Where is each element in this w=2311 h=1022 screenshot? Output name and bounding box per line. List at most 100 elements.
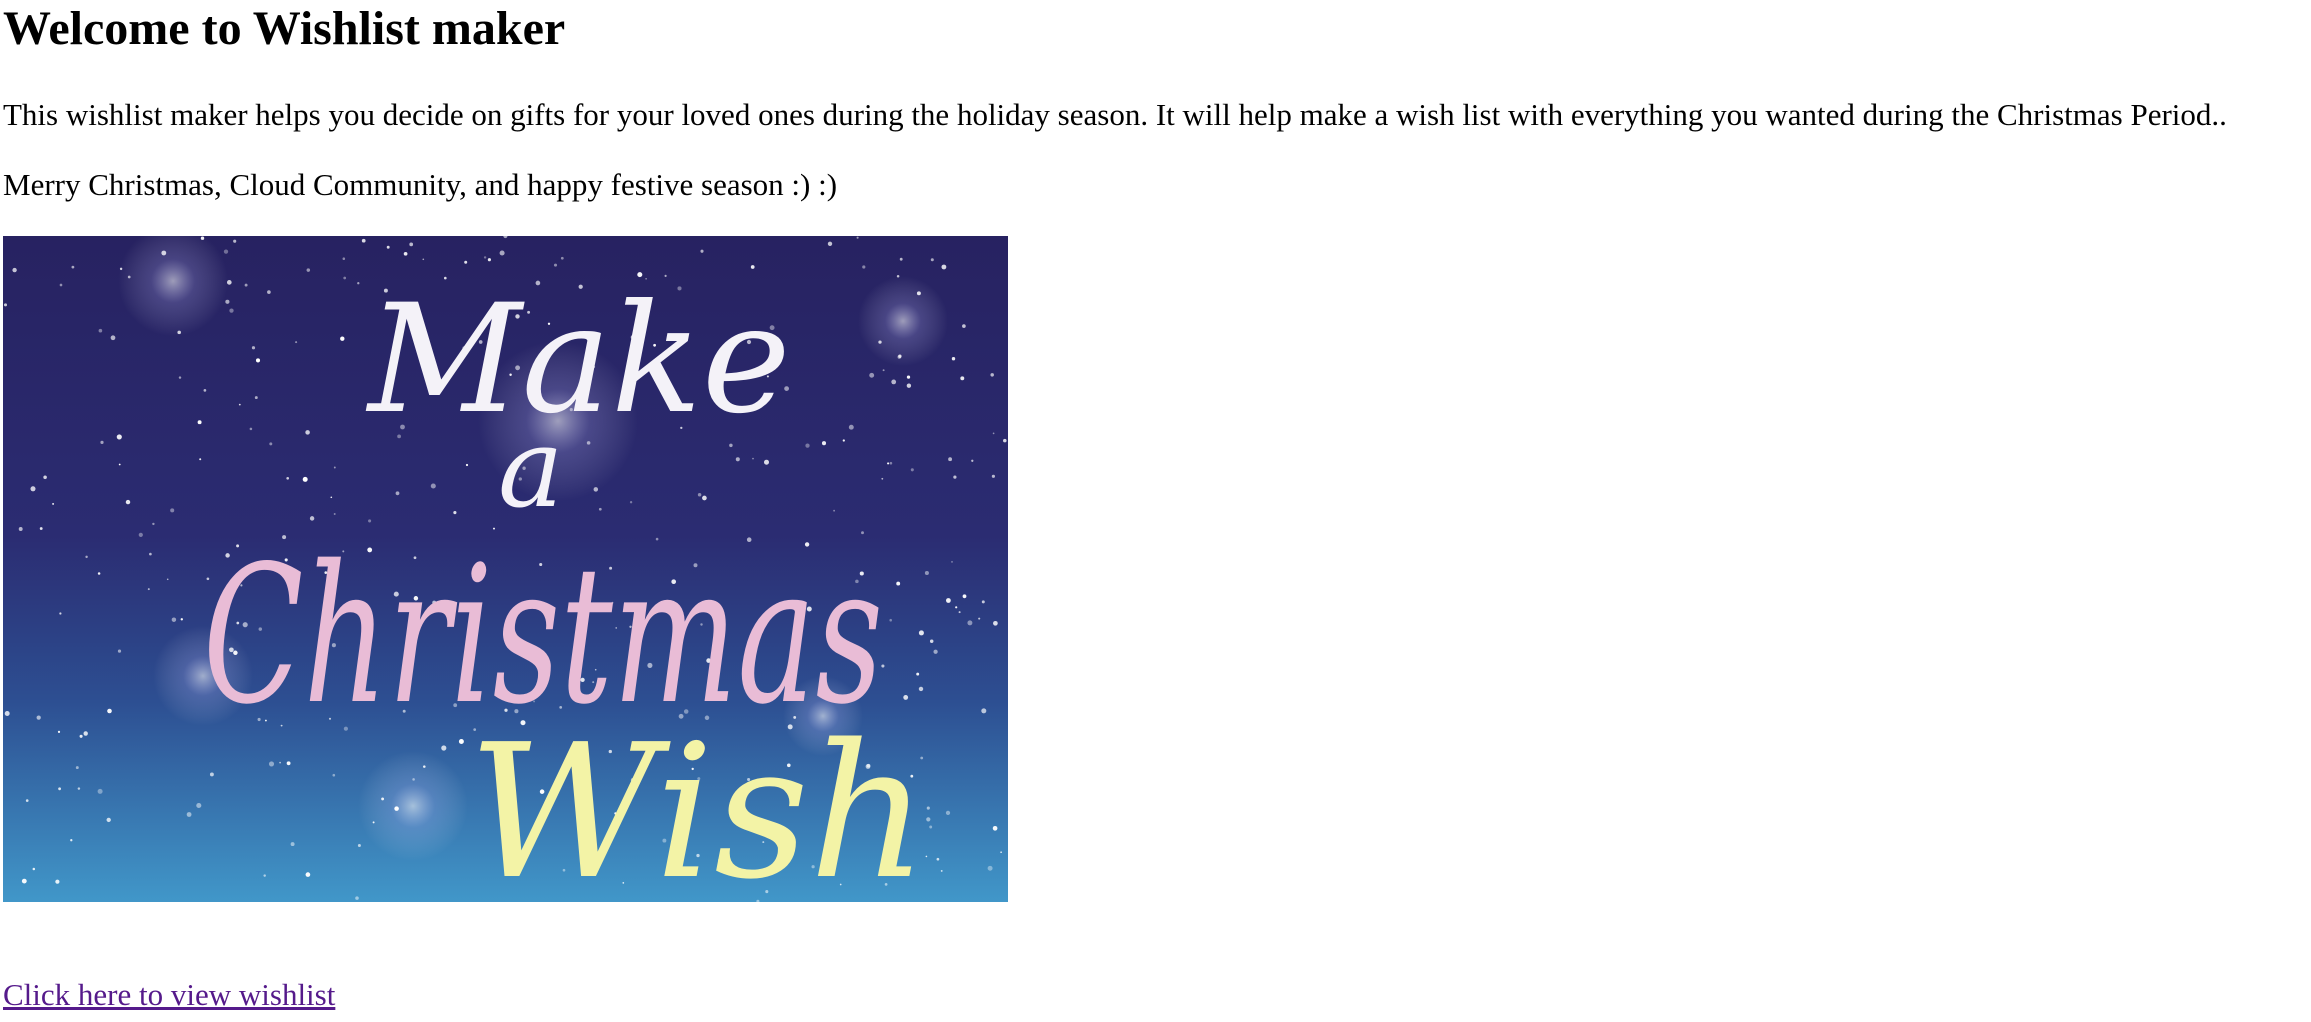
- star-dot: [827, 241, 833, 246]
- star-dot: [305, 430, 310, 435]
- star-dot: [593, 487, 599, 492]
- star-dot: [992, 825, 998, 831]
- star-dot: [422, 258, 425, 261]
- star-dot: [254, 396, 258, 400]
- star-dot: [842, 439, 845, 442]
- star-dot: [918, 630, 924, 636]
- star-dot: [286, 476, 290, 480]
- star-dot: [441, 745, 447, 751]
- star-dot: [386, 245, 390, 249]
- banner-word-wish: Wish: [468, 704, 928, 902]
- star-dot: [805, 443, 810, 448]
- star-dot: [862, 265, 866, 269]
- star-dot: [251, 346, 256, 350]
- view-wishlist-link[interactable]: Click here to view wishlist: [3, 976, 335, 1014]
- star-dot: [992, 432, 995, 435]
- star-dot: [152, 522, 155, 526]
- star-dot: [340, 336, 345, 341]
- star-dot: [203, 389, 207, 392]
- star-dot: [750, 265, 755, 269]
- star-dot: [697, 492, 702, 497]
- star-dot: [118, 463, 121, 466]
- star-dot: [4, 711, 10, 716]
- star-dot: [52, 502, 55, 505]
- star-dot: [161, 250, 167, 256]
- star-dot: [332, 773, 336, 777]
- star-dot: [910, 468, 914, 472]
- christmas-wish-banner-image: Make a Christmas Wish: [3, 236, 1008, 902]
- star-dot: [116, 434, 122, 440]
- star-dot: [962, 324, 966, 328]
- star-dot: [967, 620, 973, 626]
- star-dot: [929, 825, 933, 829]
- star-dot: [43, 475, 47, 480]
- star-dot: [948, 457, 953, 462]
- star-dot: [929, 639, 934, 644]
- star-dot: [752, 457, 754, 460]
- star-dot: [465, 463, 469, 467]
- star-dot: [394, 806, 399, 811]
- star-dot: [79, 734, 83, 738]
- star-dot: [59, 283, 63, 287]
- star-dot: [25, 799, 29, 802]
- star-dot: [403, 251, 408, 256]
- star-dot: [333, 513, 336, 515]
- star-dot: [3, 303, 8, 307]
- star-dot: [343, 276, 347, 280]
- star-dot: [138, 532, 143, 537]
- star-dot: [55, 879, 60, 884]
- star-dot: [171, 617, 177, 622]
- star-dot: [946, 598, 951, 603]
- star-dot: [269, 442, 273, 446]
- intro-paragraph: This wishlist maker helps you decide on …: [3, 97, 2227, 132]
- star-dot: [97, 572, 101, 575]
- star-dot: [110, 335, 116, 341]
- star-dot: [199, 458, 202, 461]
- star-dot: [59, 612, 62, 615]
- star-dot: [149, 552, 152, 556]
- star-dot: [249, 427, 253, 431]
- banner-word-make: Make: [365, 273, 791, 447]
- star-dot: [226, 280, 232, 285]
- star-dot: [881, 477, 884, 480]
- star-dot: [889, 461, 893, 465]
- star-dot: [499, 250, 505, 256]
- star-dot: [32, 867, 36, 871]
- star-dot: [924, 570, 929, 576]
- star-dot: [903, 694, 909, 700]
- star-dot: [700, 249, 704, 253]
- star-dot: [372, 821, 375, 824]
- star-dot: [209, 772, 214, 777]
- star-dot: [279, 761, 281, 764]
- star-dot: [464, 260, 468, 264]
- star-dot: [981, 600, 985, 604]
- star-dot: [856, 236, 859, 239]
- star-dot: [36, 715, 41, 720]
- star-dot: [951, 561, 953, 563]
- star-dot: [735, 457, 740, 462]
- star-dot: [945, 810, 951, 816]
- star-dot: [933, 649, 938, 654]
- star-dot: [286, 761, 291, 766]
- star-dot: [244, 283, 248, 287]
- star-dot: [305, 872, 311, 877]
- star-dot: [412, 778, 415, 781]
- star-dot: [58, 787, 62, 791]
- star-dot: [887, 462, 890, 465]
- star-dot: [423, 765, 426, 768]
- star-dot: [891, 379, 897, 385]
- star-dot: [197, 420, 202, 425]
- star-dot: [896, 275, 900, 278]
- star-dot: [430, 483, 436, 489]
- star-dot: [177, 330, 181, 335]
- star-dot: [196, 802, 202, 809]
- star-dot: [75, 766, 79, 770]
- star-dot: [487, 258, 491, 262]
- star-dot: [906, 383, 912, 388]
- star-dot: [955, 606, 958, 609]
- star-dot: [940, 869, 943, 872]
- star-dot: [896, 581, 901, 586]
- star-dot: [960, 376, 965, 381]
- star-dot: [355, 896, 359, 900]
- star-dot: [200, 236, 205, 240]
